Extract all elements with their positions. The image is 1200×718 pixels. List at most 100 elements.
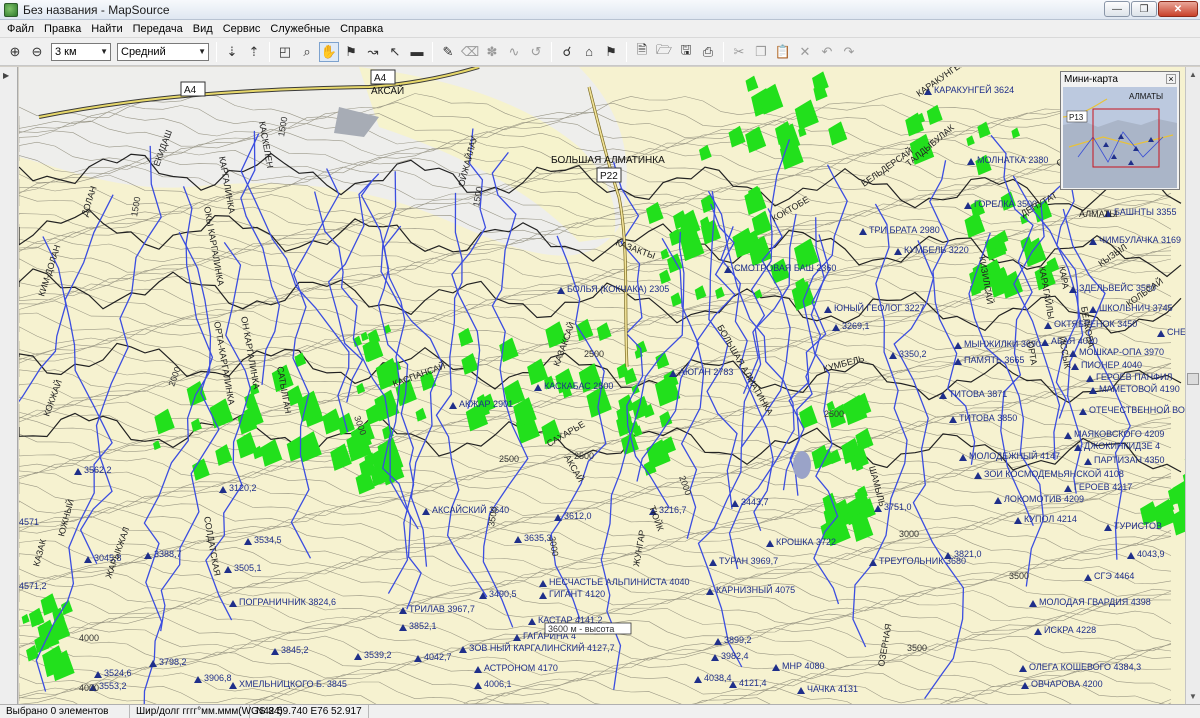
save-icon[interactable]: 🖫	[676, 42, 696, 62]
peak-label: ОТЕЧЕСТВЕННОЙ ВОЙНЫ	[1089, 404, 1185, 415]
peak-label: МОЛНАТКА 2380	[977, 155, 1048, 165]
topographic-map[interactable]: A4 A4 P22 БОЛЬШАЯ АЛМАТИНКА АКСАЙ КАРАКУНГЕЙ …	[19, 67, 1185, 704]
vertical-scrollbar[interactable]: ▲ ▼	[1185, 67, 1200, 704]
minimap-view[interactable]: P13 АЛМАТЫ	[1063, 87, 1177, 188]
peak-label: МАЯКОВСКОГО 4209	[1074, 429, 1164, 439]
print-icon[interactable]: ⎙	[698, 42, 718, 62]
menu-find[interactable]: Найти	[86, 20, 127, 38]
peak-label: 3553,2	[99, 681, 127, 691]
elevation-label: 3000	[899, 529, 919, 539]
undo-icon[interactable]: ↶	[817, 42, 837, 62]
zoom-in-icon[interactable]: ⊕	[5, 42, 25, 62]
elevation-label: 3500	[907, 643, 927, 653]
cursor-coordinates: N42 59.740 E76 52.917	[250, 704, 369, 718]
peak-label: 3120,2	[229, 483, 257, 493]
peak-label: 4043,9	[1137, 549, 1165, 559]
peak-label: МОЛОДЕЖНЫЙ 4147	[969, 450, 1060, 461]
menu-edit[interactable]: Правка	[39, 20, 86, 38]
minimize-button[interactable]: —	[1104, 1, 1130, 17]
menu-help[interactable]: Справка	[335, 20, 388, 38]
scroll-down-icon[interactable]: ▼	[1186, 689, 1200, 703]
minimap-road-label: P13	[1069, 113, 1084, 122]
menu-tools[interactable]: Сервис	[218, 20, 266, 38]
peak-label: КАРНИЗНЫЙ 4075	[716, 584, 795, 595]
elevation-label: 3500	[1009, 571, 1029, 581]
peak-label: ПОГРАНИЧНИК 3824,6	[239, 597, 336, 607]
toolbar-separator	[216, 41, 217, 62]
peak-label: 3899,2	[724, 635, 752, 645]
peak-label: 3216,7	[659, 505, 687, 515]
toolbar-separator	[723, 41, 724, 62]
route-tool-icon[interactable]: ↝	[363, 42, 383, 62]
peak-label: НЕСЧАСТЬЕ АЛЬПИНИСТА 4040	[549, 577, 689, 587]
waypoint-flag-icon[interactable]: ⚑	[341, 42, 361, 62]
map-detail-select[interactable]: Средний ▼	[117, 42, 209, 61]
find-place-icon[interactable]: ⚑	[601, 42, 621, 62]
peak-label: АЮГАН 2783	[679, 367, 733, 377]
scroll-up-icon[interactable]: ▲	[1186, 67, 1200, 81]
peak-label: АСТРОНОМ 4170	[484, 663, 558, 673]
elevation-label: 2500	[574, 451, 594, 461]
peak-label: ЧАЧКА 4131	[807, 684, 858, 694]
peak-label: 4571,2	[19, 581, 47, 591]
peak-label: ТРИ БРАТА 2980	[869, 225, 940, 235]
peak-label: ГЕРОЕВ ПАНФИЛ	[1096, 372, 1172, 382]
title-bar: Без названия - MapSource — ❐ ✕	[0, 0, 1200, 20]
map-tool-icon[interactable]: ◰	[275, 42, 295, 62]
chevron-down-icon: ▼	[100, 47, 108, 56]
peak-label: 3852,1	[409, 621, 437, 631]
distance-ruler-icon[interactable]: ▬	[407, 42, 427, 62]
peak-label: ГЕРОЕВ 4217	[1074, 482, 1132, 492]
collapsed-side-panel[interactable]: ▶	[0, 67, 18, 704]
peak-label: 3982,4	[721, 651, 749, 661]
menu-view[interactable]: Вид	[188, 20, 218, 38]
send-to-device-icon[interactable]: ⇡	[244, 42, 264, 62]
peak-label: КАРАКУНГЕЙ 3624	[934, 84, 1014, 95]
minimap-panel[interactable]: Мини-карта × P13 АЛМАТЫ	[1060, 71, 1180, 190]
peak-label: ХМЕЛЬНИЦКОГО Б. 3845	[239, 679, 347, 689]
menu-file[interactable]: Файл	[2, 20, 39, 38]
scroll-thumb[interactable]	[1187, 373, 1199, 385]
delete-icon[interactable]: ✕	[795, 42, 815, 62]
zoom-scale-select[interactable]: 3 км ▼	[51, 42, 111, 61]
peak-label: ОЛЕГА КОШЕВОГО 4384,3	[1029, 662, 1141, 672]
toolbar-separator	[269, 41, 270, 62]
peak-label: МОЛОДАЯ ГВАРДИЯ 4398	[1039, 597, 1151, 607]
redo-icon[interactable]: ↷	[839, 42, 859, 62]
map-view[interactable]: A4 A4 P22 БОЛЬШАЯ АЛМАТИНКА АКСАЙ КАРАКУНГЕЙ …	[19, 67, 1185, 704]
menu-transfer[interactable]: Передача	[128, 20, 188, 38]
find-icon[interactable]: ☌	[557, 42, 577, 62]
chevron-right-icon[interactable]: ▶	[3, 71, 9, 80]
zoom-tool-icon[interactable]: ⌕	[297, 42, 317, 62]
peak-label: ЛОКОМОТИВ 4209	[1004, 494, 1084, 504]
join-track-icon[interactable]: ∿	[504, 42, 524, 62]
valley-label: АЛМАТЫ	[1079, 209, 1117, 219]
move-icon[interactable]: ↺	[526, 42, 546, 62]
elevation-label: 2500	[824, 409, 844, 419]
divide-track-icon[interactable]: ✽	[482, 42, 502, 62]
menu-utilities[interactable]: Служебные	[265, 20, 335, 38]
hand-tool-icon[interactable]: ✋	[319, 41, 339, 62]
close-button[interactable]: ✕	[1158, 1, 1198, 17]
height-tooltip: 3600 м - высота	[548, 624, 614, 634]
selection-arrow-icon[interactable]: ↖	[385, 42, 405, 62]
peak-label: 3269,1	[842, 321, 870, 331]
new-file-icon[interactable]: 🗎	[632, 42, 652, 62]
elevation-label: 2500	[584, 349, 604, 359]
paste-icon[interactable]: 📋	[773, 42, 793, 62]
pencil-track-icon[interactable]: ✎	[438, 42, 458, 62]
zoom-out-icon[interactable]: ⊖	[27, 42, 47, 62]
cut-icon[interactable]: ✂	[729, 42, 749, 62]
window-title: Без названия - MapSource	[23, 2, 170, 17]
elevation-label: 4000	[79, 633, 99, 643]
peak-label: БОЛЬЯ (КОКЧАКА) 2305	[567, 284, 669, 294]
find-address-icon[interactable]: ⌂	[579, 42, 599, 62]
minimap-title: Мини-карта	[1064, 73, 1118, 85]
copy-icon[interactable]: ❐	[751, 42, 771, 62]
maximize-button[interactable]: ❐	[1131, 1, 1157, 17]
open-folder-icon[interactable]: 🗁	[654, 42, 674, 62]
minimap-close-icon[interactable]: ×	[1166, 74, 1176, 84]
receive-from-device-icon[interactable]: ⇣	[222, 42, 242, 62]
road-shield-p22: P22	[600, 171, 618, 182]
eraser-icon[interactable]: ⌫	[460, 42, 480, 62]
